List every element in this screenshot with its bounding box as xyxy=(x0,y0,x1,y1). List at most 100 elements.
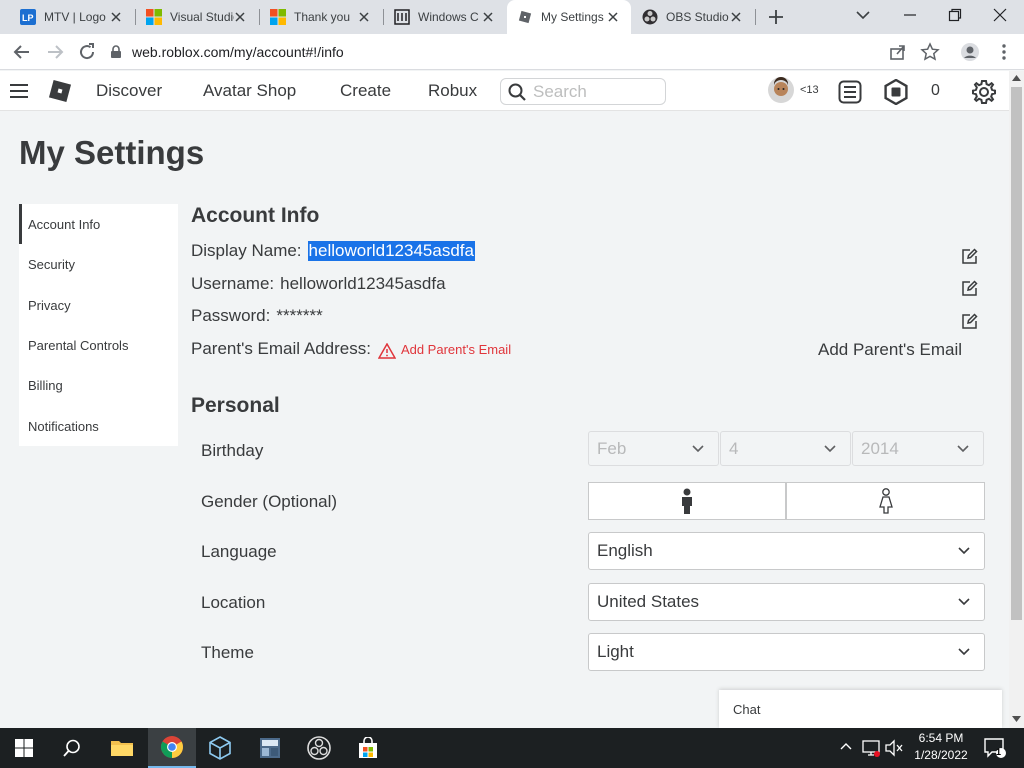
gender-female-button[interactable] xyxy=(786,482,985,520)
minimize-icon[interactable] xyxy=(903,8,917,22)
sidebar-item-notifications[interactable]: Notifications xyxy=(28,419,99,434)
robux-count: 0 xyxy=(931,82,940,99)
system-clock[interactable]: 6:54 PM 1/28/2022 xyxy=(908,730,974,766)
personal-heading: Personal xyxy=(191,394,280,417)
more-menu-icon[interactable] xyxy=(994,42,1014,62)
add-parent-email-link[interactable]: Add Parent's Email xyxy=(401,342,511,357)
taskbar-3d-app[interactable] xyxy=(196,728,244,768)
edit-password-icon[interactable] xyxy=(961,313,978,330)
microsoft-icon xyxy=(146,9,162,25)
tab-mtv-logo[interactable]: LP MTV | Logo xyxy=(10,0,134,34)
sidebar-item-label: Account Info xyxy=(28,217,101,232)
notifications-list-icon[interactable] xyxy=(838,80,862,104)
lock-icon[interactable] xyxy=(110,45,122,59)
close-icon[interactable] xyxy=(482,11,494,23)
tab-windows[interactable]: Windows C xyxy=(384,0,506,34)
clock-date: 1/28/2022 xyxy=(914,748,968,762)
theme-select[interactable]: Light xyxy=(588,633,985,671)
sidebar-item-account-info[interactable]: Account Info xyxy=(19,204,178,244)
taskbar-obs[interactable] xyxy=(295,728,343,768)
birthday-year-select[interactable]: 2014 xyxy=(852,431,984,466)
lp-icon: LP xyxy=(20,9,36,25)
bookmark-star-icon[interactable] xyxy=(920,42,940,62)
hamburger-menu-icon[interactable] xyxy=(9,83,29,99)
share-icon[interactable] xyxy=(888,42,908,62)
birthday-month-select[interactable]: Feb xyxy=(588,431,719,466)
chat-bar[interactable]: Chat xyxy=(719,690,1002,728)
location-select[interactable]: United States xyxy=(588,583,985,621)
password-label: Password: xyxy=(191,306,271,325)
tab-search-chevron-icon[interactable] xyxy=(856,10,870,20)
tab-thank-you[interactable]: Thank you xyxy=(260,0,382,34)
scroll-up-icon[interactable] xyxy=(1012,75,1021,81)
edit-display-name-icon[interactable] xyxy=(961,248,978,265)
cube-icon xyxy=(209,736,231,760)
page-scrollbar[interactable] xyxy=(1009,71,1024,728)
search-icon xyxy=(63,739,81,757)
tab-obs-studio[interactable]: OBS Studio xyxy=(632,0,754,34)
gear-icon[interactable] xyxy=(971,79,997,105)
close-icon[interactable] xyxy=(607,11,619,23)
close-icon[interactable] xyxy=(730,11,742,23)
parent-email-label: Parent's Email Address: xyxy=(191,339,371,358)
nav-avatar-shop[interactable]: Avatar Shop xyxy=(203,81,296,101)
close-icon[interactable] xyxy=(358,11,370,23)
scrollbar-thumb[interactable] xyxy=(1011,87,1022,620)
restore-icon[interactable] xyxy=(948,8,962,22)
nav-create[interactable]: Create xyxy=(340,81,391,101)
address-bar[interactable]: web.roblox.com/my/account#!/info xyxy=(110,36,910,68)
birthday-day-select[interactable]: 4 xyxy=(720,431,851,466)
window-close-icon[interactable] xyxy=(993,8,1007,22)
taskbar-file-explorer[interactable] xyxy=(98,728,146,768)
new-tab-icon[interactable] xyxy=(768,9,784,25)
roblox-logo-icon[interactable] xyxy=(48,79,72,103)
profile-avatar-icon[interactable] xyxy=(960,42,980,62)
avatar[interactable] xyxy=(768,77,794,103)
gender-male-button[interactable] xyxy=(588,482,786,520)
sidebar-item-billing[interactable]: Billing xyxy=(28,378,63,393)
language-select[interactable]: English xyxy=(588,532,985,570)
search-input[interactable]: Search xyxy=(500,78,666,105)
tab-my-settings[interactable]: My Settings xyxy=(507,0,631,34)
birthday-year-value: 2014 xyxy=(861,438,899,458)
taskbar-chrome[interactable] xyxy=(148,728,196,768)
taskbar-search-button[interactable] xyxy=(48,728,96,768)
close-icon[interactable] xyxy=(234,11,246,23)
chevron-down-icon xyxy=(958,597,970,607)
location-label: Location xyxy=(201,593,266,612)
robux-icon[interactable] xyxy=(883,79,909,105)
birthday-month-value: Feb xyxy=(597,438,627,458)
location-value: United States xyxy=(597,592,700,611)
action-center-icon[interactable] xyxy=(984,738,1006,758)
add-parent-email-button[interactable]: Add Parent's Email xyxy=(818,340,962,360)
sidebar-item-security[interactable]: Security xyxy=(28,257,75,272)
network-icon[interactable] xyxy=(862,739,880,757)
back-arrow-icon[interactable] xyxy=(12,42,32,62)
roblox-icon xyxy=(517,9,533,25)
tab-title: My Settings xyxy=(541,10,604,24)
sidebar-item-privacy[interactable]: Privacy xyxy=(28,298,71,313)
nav-discover[interactable]: Discover xyxy=(96,81,162,101)
reload-icon[interactable] xyxy=(77,42,97,62)
page-title: My Settings xyxy=(19,134,205,171)
search-icon xyxy=(508,83,526,101)
svg-text:LP: LP xyxy=(22,13,34,23)
tab-title: OBS Studio xyxy=(666,10,729,24)
start-button[interactable] xyxy=(0,728,48,768)
taskbar-calculator[interactable] xyxy=(246,728,294,768)
volume-muted-icon[interactable] xyxy=(884,739,904,757)
scroll-down-icon[interactable] xyxy=(1012,716,1021,722)
calculator-icon xyxy=(258,736,282,760)
edit-username-icon[interactable] xyxy=(961,280,978,297)
nav-robux[interactable]: Robux xyxy=(428,81,477,101)
account-info-heading: Account Info xyxy=(191,204,320,227)
theme-label: Theme xyxy=(201,643,254,662)
male-icon xyxy=(680,488,694,514)
roblox-header: Discover Avatar Shop Create Robux Search… xyxy=(0,71,1009,111)
taskbar-store[interactable] xyxy=(344,728,392,768)
forward-arrow-icon[interactable] xyxy=(45,42,65,62)
tray-chevron-up-icon[interactable] xyxy=(840,742,852,750)
tab-visual-studio[interactable]: Visual Studio xyxy=(136,0,258,34)
close-icon[interactable] xyxy=(110,11,122,23)
sidebar-item-parental-controls[interactable]: Parental Controls xyxy=(28,338,128,353)
